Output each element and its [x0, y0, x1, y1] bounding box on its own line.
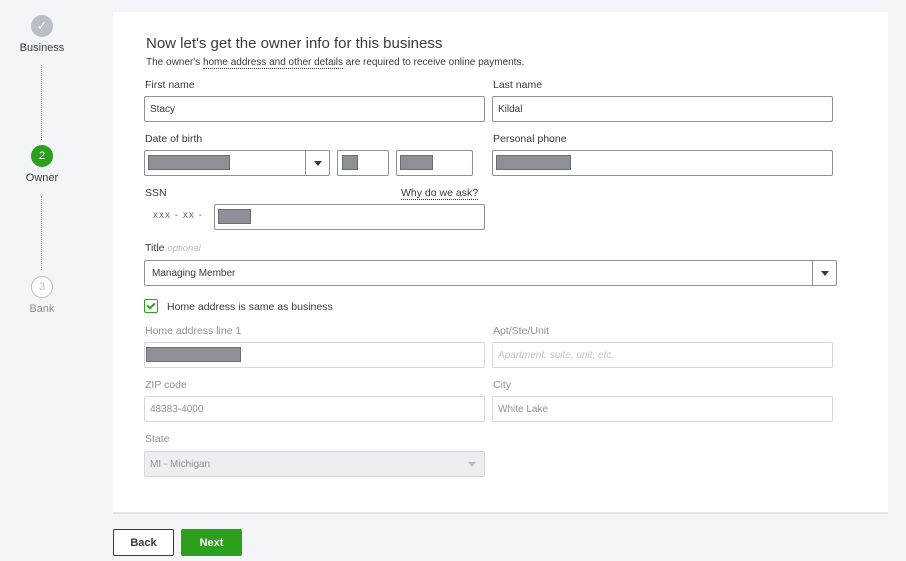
step-bank[interactable]: 3 Bank [0, 276, 84, 315]
step-number: 3 [31, 276, 53, 298]
check-icon [146, 299, 156, 310]
next-button[interactable]: Next [181, 529, 242, 556]
details-tooltip-link[interactable]: home address and other details [202, 57, 344, 69]
why-do-we-ask-link[interactable]: Why do we ask? [401, 187, 479, 200]
state-value: MI - Michigan [150, 458, 211, 470]
back-button[interactable]: Back [113, 529, 174, 556]
same-address-label[interactable]: Home address is same as business [167, 301, 333, 313]
page-title: Now let's get the owner info for this bu… [146, 35, 443, 52]
title-label: Title optional [145, 242, 201, 254]
ssn-last4-field[interactable] [214, 204, 485, 230]
city-value: White Lake [498, 403, 549, 415]
last-name-field[interactable]: Kildal [492, 96, 833, 122]
first-name-value: Stacy [150, 103, 176, 115]
redacted-value [148, 155, 230, 170]
redacted-value [496, 155, 571, 170]
first-name-field[interactable]: Stacy [144, 96, 485, 122]
subtitle-text: The owner's [146, 57, 203, 68]
ssn-masked-prefix: xxx - xx - [153, 210, 203, 221]
apt-label: Apt/Ste/Unit [493, 325, 550, 337]
dob-label: Date of birth [145, 133, 203, 145]
ssn-label: SSN [145, 187, 167, 199]
step-number: 2 [31, 145, 53, 167]
zip-field: 48383-4000 [144, 396, 485, 422]
address1-field [144, 342, 485, 368]
zip-value: 48383-4000 [150, 403, 204, 415]
same-address-checkbox[interactable] [144, 299, 158, 313]
chevron-down-icon[interactable] [812, 261, 836, 285]
stepper-connector [41, 65, 42, 140]
dob-month-select[interactable] [144, 150, 330, 176]
step-label: Bank [29, 303, 55, 315]
dob-year-field[interactable] [396, 150, 473, 176]
step-label: Owner [25, 172, 59, 184]
last-name-value: Kildal [498, 103, 523, 115]
redacted-value [146, 347, 241, 362]
state-select: MI - Michigan [144, 451, 485, 477]
chevron-down-icon [460, 452, 484, 476]
redacted-value [218, 209, 251, 224]
title-label-text: Title [145, 242, 165, 254]
optional-hint: optional [167, 243, 201, 254]
subtitle-text: are required to receive online payments. [343, 57, 525, 68]
redacted-value [400, 155, 433, 170]
first-name-label: First name [145, 79, 195, 91]
address1-label: Home address line 1 [145, 325, 242, 337]
city-field: White Lake [492, 396, 833, 422]
apt-field: Apartment, suite, unit, etc. [492, 342, 833, 368]
check-icon: ✓ [31, 15, 53, 37]
apt-placeholder: Apartment, suite, unit, etc. [498, 349, 615, 361]
phone-label: Personal phone [493, 133, 567, 145]
step-business[interactable]: ✓ Business [0, 15, 84, 54]
step-label: Business [19, 42, 65, 54]
personal-phone-field[interactable] [492, 150, 833, 176]
redacted-value [342, 155, 358, 170]
last-name-label: Last name [493, 79, 543, 91]
chevron-down-icon[interactable] [305, 151, 329, 175]
dob-day-field[interactable] [337, 150, 389, 176]
page-subtitle: The owner's home address and other detai… [146, 57, 525, 69]
progress-stepper: ✓ Business 2 Owner 3 Bank [0, 0, 84, 561]
stepper-connector [41, 196, 42, 270]
state-label: State [145, 433, 170, 445]
city-label: City [493, 379, 512, 391]
zip-label: ZIP code [145, 379, 187, 391]
title-select[interactable]: Managing Member [144, 260, 837, 286]
owner-info-card: Now let's get the owner info for this bu… [113, 12, 888, 514]
step-owner[interactable]: 2 Owner [0, 145, 84, 184]
title-value: Managing Member [152, 267, 236, 279]
